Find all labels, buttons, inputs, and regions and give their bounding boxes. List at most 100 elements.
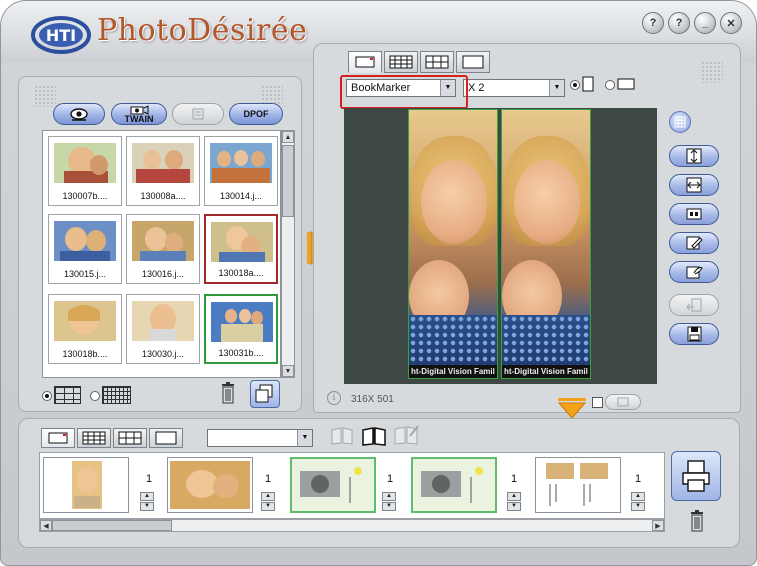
hti-logo-icon: HTI — [31, 16, 91, 54]
copies-select-value: X 2 — [468, 82, 485, 94]
album-back-icon[interactable] — [329, 426, 355, 446]
panel-texture — [34, 85, 56, 107]
app-title: PhotoDésirée — [97, 13, 308, 48]
preview-photo[interactable]: ht-Digital Vision Famil — [501, 109, 591, 379]
edit-photo-button[interactable] — [669, 261, 719, 283]
chevron-down-icon[interactable]: ▼ — [297, 430, 312, 446]
scroll-down-button[interactable]: ▼ — [282, 365, 294, 377]
tab-film-layout[interactable] — [420, 51, 454, 73]
panel-texture — [701, 61, 723, 83]
scroll-left-button[interactable]: ◀ — [40, 520, 52, 531]
queue-tab-single[interactable] — [41, 428, 75, 448]
thumbnail-item[interactable]: 130018b.... — [48, 294, 122, 364]
queue-thumbnail — [546, 463, 608, 506]
about-button[interactable]: ? — [642, 12, 664, 34]
thumbnail-item[interactable]: 130008a.... — [126, 136, 200, 206]
view-small-grid-radio[interactable] — [90, 391, 100, 401]
fit-width-button[interactable] — [669, 174, 719, 196]
thumbnail-item[interactable]: 130007b.... — [48, 136, 122, 206]
grid-layout-icon — [82, 431, 106, 445]
album-open-icon[interactable] — [360, 425, 388, 447]
queue-item[interactable] — [290, 457, 376, 513]
clear-queue-trash-icon[interactable] — [689, 509, 705, 533]
tab-single-layout[interactable] — [348, 51, 382, 73]
twain-button[interactable]: TWAIN — [111, 103, 167, 125]
open-folder-button[interactable] — [53, 103, 105, 125]
queue-item[interactable] — [535, 457, 621, 513]
help-button[interactable]: ? — [668, 12, 690, 34]
album-edit-icon[interactable] — [392, 424, 420, 446]
thumbnail-caption: 130030.j... — [141, 349, 185, 359]
info-icon: i — [327, 391, 341, 405]
floppy-disk-icon — [687, 326, 702, 342]
portrait-radio[interactable] — [570, 80, 580, 90]
film-layout-icon — [425, 55, 449, 69]
thumbnail-item[interactable]: 130014.j... — [204, 136, 278, 206]
scroll-right-button[interactable]: ▶ — [652, 520, 664, 531]
quantity-stepper[interactable]: ▲ ▼ — [140, 492, 154, 512]
queue-item[interactable] — [167, 457, 253, 513]
large-grid-icon — [54, 386, 81, 404]
queue-item[interactable] — [43, 457, 129, 513]
chevron-down-icon[interactable]: ▼ — [549, 80, 564, 96]
logo-text: HTI — [46, 26, 76, 45]
queue-scrollbar[interactable]: ◀ ▶ — [39, 519, 665, 532]
thumbnail-scrollbar[interactable]: ▲ ▼ — [281, 130, 295, 378]
thumbnail-item-selected[interactable]: 130031b.... — [204, 294, 278, 364]
single-frame-icon — [48, 432, 68, 444]
close-button[interactable]: ✕ — [720, 12, 742, 34]
tab-grid-layout[interactable] — [384, 51, 418, 73]
queue-count: 1 — [146, 473, 153, 485]
thumbnail-item[interactable]: 130030.j... — [126, 294, 200, 364]
photo-thumbnail — [54, 143, 116, 183]
rotate-button[interactable] — [669, 294, 719, 316]
print-button[interactable] — [671, 451, 721, 501]
queue-tab-film[interactable] — [113, 428, 147, 448]
twain-label: TWAIN — [124, 113, 154, 124]
scroll-up-button[interactable]: ▲ — [282, 131, 294, 143]
dpof-button[interactable]: DPOF — [229, 103, 283, 125]
queue-count: 1 — [387, 473, 394, 485]
landscape-radio[interactable] — [605, 80, 615, 90]
queue-tab-grid[interactable] — [77, 428, 111, 448]
scroll-thumb[interactable] — [52, 520, 172, 531]
photo-thumbnail — [132, 301, 194, 341]
grid-toggle-button[interactable] — [669, 111, 691, 133]
edit-icon — [686, 236, 703, 250]
scroll-thumb[interactable] — [282, 145, 294, 217]
quantity-stepper[interactable]: ▲ ▼ — [382, 492, 396, 512]
arrange-toggle-button[interactable] — [605, 394, 641, 410]
quantity-stepper[interactable]: ▲ ▼ — [631, 492, 645, 512]
preview-photo[interactable]: ht-Digital Vision Famil — [408, 109, 498, 379]
delete-trash-icon[interactable] — [220, 381, 236, 405]
quantity-stepper[interactable]: ▲ ▼ — [261, 492, 275, 512]
document-icon — [192, 108, 204, 120]
thumbnail-caption: 130007b.... — [62, 191, 108, 201]
photo-thumbnail — [132, 143, 194, 183]
copy-photos-icon — [255, 384, 273, 403]
minimize-button[interactable]: _ — [694, 12, 716, 34]
queue-filter-select[interactable]: ▼ — [207, 429, 313, 447]
queue-count: 1 — [511, 473, 518, 485]
print-index-button[interactable] — [172, 103, 224, 125]
queue-tab-full[interactable] — [149, 428, 183, 448]
queue-item-selected[interactable] — [411, 457, 497, 513]
auto-arrange-checkbox[interactable] — [592, 397, 603, 408]
edit-text-button[interactable] — [669, 232, 719, 254]
queue-thumbnail — [300, 467, 362, 503]
send-down-arrow-icon[interactable] — [557, 398, 587, 420]
thumbnail-item[interactable]: 130015.j... — [48, 214, 122, 284]
thumbnail-item-selected[interactable]: 130018a.... — [204, 214, 278, 284]
photo-edit-icon — [686, 266, 703, 279]
quantity-stepper[interactable]: ▲ ▼ — [507, 492, 521, 512]
view-large-grid-radio[interactable] — [42, 391, 52, 401]
print-preview-area: ht-Digital Vision Famil ht-Digital Visio… — [344, 108, 657, 384]
save-button[interactable] — [669, 323, 719, 345]
fit-height-button[interactable] — [669, 145, 719, 167]
fit-page-button[interactable] — [669, 203, 719, 225]
copies-select[interactable]: X 2 ▼ — [463, 79, 565, 97]
thumbnail-caption: 130031b.... — [218, 348, 264, 358]
tab-full-layout[interactable] — [456, 51, 490, 73]
thumbnail-item[interactable]: 130016.j... — [126, 214, 200, 284]
add-to-print-button[interactable] — [250, 380, 280, 408]
